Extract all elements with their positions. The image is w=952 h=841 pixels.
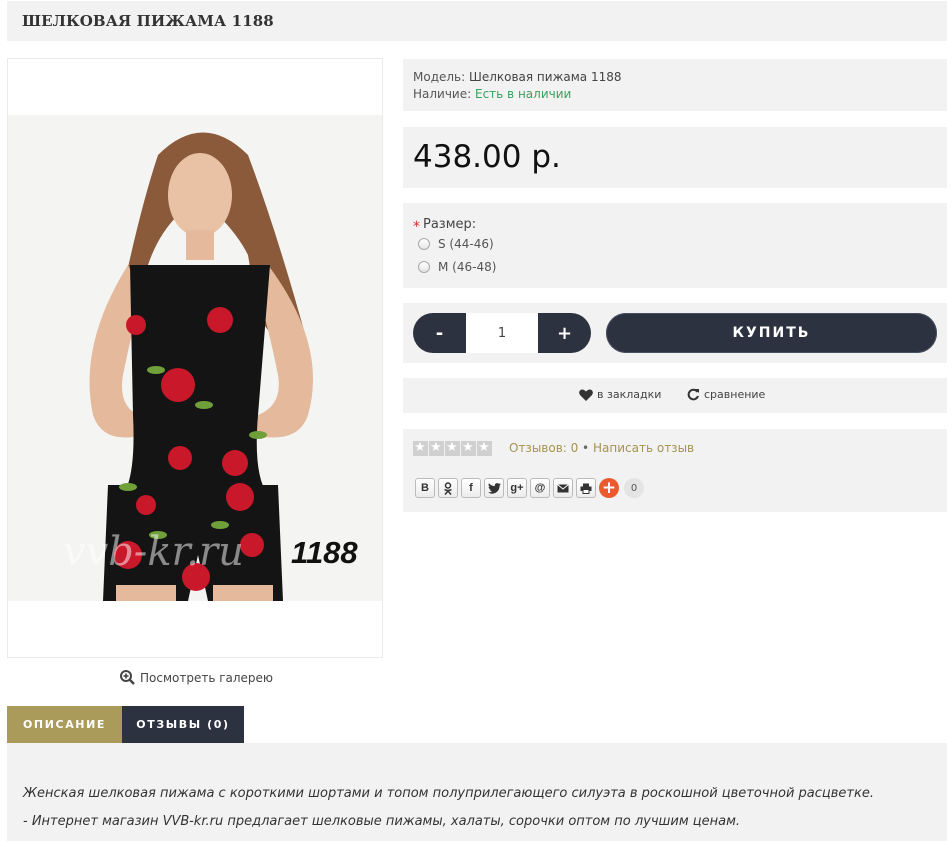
size-label-text: Размер:: [423, 217, 477, 232]
odnoklassniki-share-button[interactable]: [438, 478, 458, 498]
quantity-decrease-button[interactable]: -: [413, 313, 466, 353]
product-info: Модель: Шелковая пижама 1188 Наличие: Ес…: [403, 59, 947, 111]
twitter-share-button[interactable]: [484, 478, 504, 498]
rating-stars: [413, 440, 492, 456]
model-label: Модель:: [413, 70, 466, 84]
view-gallery-label: Посмотреть галерею: [140, 670, 274, 685]
twitter-icon: [487, 482, 501, 494]
price-box: 438.00 р.: [403, 127, 947, 188]
star-icon: [445, 440, 460, 456]
star-icon: [461, 440, 476, 456]
radio-button[interactable]: [418, 261, 430, 273]
view-gallery-link[interactable]: Посмотреть галерею: [120, 670, 273, 685]
heart-icon: [579, 389, 593, 401]
tab-description[interactable]: ОПИСАНИЕ: [7, 706, 122, 743]
refresh-icon: [687, 388, 699, 401]
google-plus-share-button[interactable]: g+: [507, 478, 527, 498]
size-option-label: M (46-48): [438, 260, 497, 274]
model-row: Модель: Шелковая пижама 1188: [413, 69, 937, 86]
description-line-2: - Интернет магазин VVB-kr.ru предлагает …: [23, 814, 741, 829]
product-tabs: ОПИСАНИЕ ОТЗЫВЫ (0): [7, 706, 244, 743]
size-option-s[interactable]: S (44-46): [418, 237, 494, 251]
star-icon: [413, 440, 428, 456]
reviews-separator: •: [582, 441, 590, 455]
size-option-label: S (44-46): [438, 237, 494, 251]
image-watermark: vvb-kr.ru: [63, 529, 244, 575]
radio-button[interactable]: [418, 238, 430, 250]
more-share-button[interactable]: +: [599, 478, 619, 498]
product-price: 438.00 р.: [413, 139, 561, 175]
cart-box: - + КУПИТЬ: [403, 303, 947, 363]
stock-label: Наличие:: [413, 87, 472, 101]
email-share-button[interactable]: [553, 478, 573, 498]
facebook-share-button[interactable]: f: [461, 478, 481, 498]
share-count: 0: [624, 478, 644, 498]
ok-icon: [444, 481, 452, 495]
write-review-link[interactable]: Написать отзыв: [593, 441, 694, 455]
mailru-share-button[interactable]: @: [530, 478, 550, 498]
title-bar: ШЕЛКОВАЯ ПИЖАМА 1188: [7, 1, 947, 41]
image-code-label: 1188: [291, 535, 358, 570]
compare-label: сравнение: [704, 388, 766, 401]
tab-reviews[interactable]: ОТЗЫВЫ (0): [122, 706, 244, 743]
print-button[interactable]: [576, 478, 596, 498]
star-icon: [429, 440, 444, 456]
star-icon: [477, 440, 492, 456]
description-panel: Женская шелковая пижама с короткими шорт…: [7, 743, 947, 841]
required-mark: *: [413, 219, 420, 235]
size-option-m[interactable]: M (46-48): [418, 260, 496, 274]
model-value: Шелковая пижама 1188: [469, 70, 622, 84]
buy-button[interactable]: КУПИТЬ: [606, 313, 937, 353]
vk-share-button[interactable]: В: [415, 478, 435, 498]
wishlist-label: в закладки: [597, 388, 662, 401]
size-label: * Размер:: [413, 216, 477, 235]
reviews-count-link[interactable]: Отзывов: 0: [509, 441, 578, 455]
share-buttons: В f g+ @ + 0: [415, 478, 644, 498]
stock-row: Наличие: Есть в наличии: [413, 86, 937, 103]
page-title: ШЕЛКОВАЯ ПИЖАМА 1188: [22, 12, 274, 30]
description-line-1: Женская шелковая пижама с короткими шорт…: [23, 786, 874, 801]
quantity-input[interactable]: [466, 313, 538, 353]
zoom-in-icon: [120, 670, 135, 685]
print-icon: [580, 483, 592, 494]
quantity-stepper: - +: [413, 313, 591, 353]
stock-value: Есть в наличии: [475, 87, 572, 101]
add-to-wishlist-link[interactable]: в закладки: [579, 388, 661, 401]
add-to-compare-link[interactable]: сравнение: [687, 388, 765, 401]
quantity-increase-button[interactable]: +: [538, 313, 591, 353]
size-options: * Размер: S (44-46) M (46-48): [403, 203, 947, 288]
mail-icon: [557, 483, 569, 492]
wishlist-compare-bar: в закладки сравнение: [403, 378, 947, 413]
product-image-box[interactable]: vvb-kr.ru 1188: [7, 58, 383, 658]
product-photo[interactable]: vvb-kr.ru 1188: [8, 115, 382, 601]
reviews-share-box: Отзывов: 0 • Написать отзыв В f g+ @: [403, 429, 947, 512]
